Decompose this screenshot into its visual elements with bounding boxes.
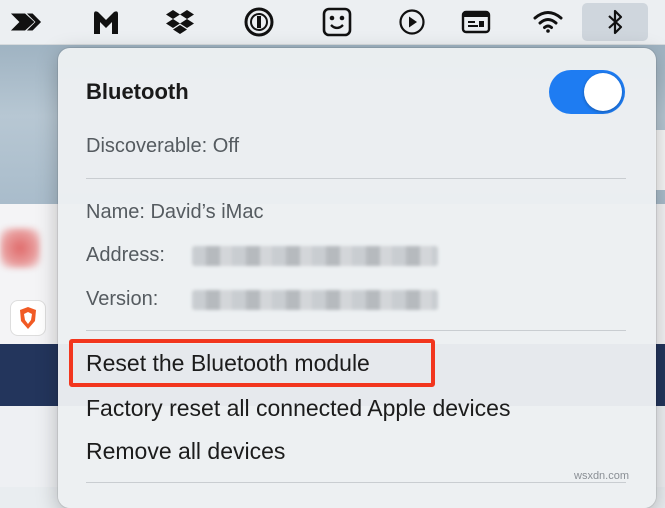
divider [86, 178, 626, 179]
brave-browser-button [10, 300, 46, 336]
reset-bluetooth-module-item[interactable]: Reset the Bluetooth module [86, 350, 370, 377]
address-label: Address: [86, 244, 165, 266]
address-value-redacted [192, 246, 438, 266]
blurred-app-icon [0, 228, 40, 268]
menu-title: Bluetooth [86, 79, 189, 104]
toggle-knob [584, 73, 622, 111]
dropbox-icon[interactable] [164, 6, 196, 38]
bluetooth-toggle[interactable] [549, 70, 625, 114]
factory-reset-devices-item[interactable]: Factory reset all connected Apple device… [86, 395, 510, 422]
brave-lion-icon [20, 307, 36, 329]
divider [86, 482, 626, 483]
watermark: wsxdn.com [574, 470, 630, 482]
play-circle-icon[interactable] [396, 6, 428, 38]
arrow-chevron-icon[interactable] [10, 6, 42, 38]
version-label: Version: [86, 288, 159, 310]
malwarebytes-m-icon[interactable] [90, 6, 122, 38]
version-value-redacted [192, 290, 438, 310]
device-name: Name: David’s iMac [86, 201, 264, 223]
wifi-icon[interactable] [532, 6, 564, 38]
screen-icon[interactable] [460, 6, 492, 38]
amphetamine-icon[interactable] [321, 6, 353, 38]
remove-all-devices-item[interactable]: Remove all devices [86, 438, 285, 465]
background-card [655, 130, 665, 190]
menu-bar [0, 0, 665, 45]
discoverable-status: Discoverable: Off [86, 135, 240, 157]
bluetooth-menu: Bluetooth Discoverable: Off Name: David’… [58, 48, 656, 508]
divider [86, 330, 626, 331]
bluetooth-icon[interactable] [582, 3, 648, 41]
onepassword-icon[interactable] [243, 6, 275, 38]
